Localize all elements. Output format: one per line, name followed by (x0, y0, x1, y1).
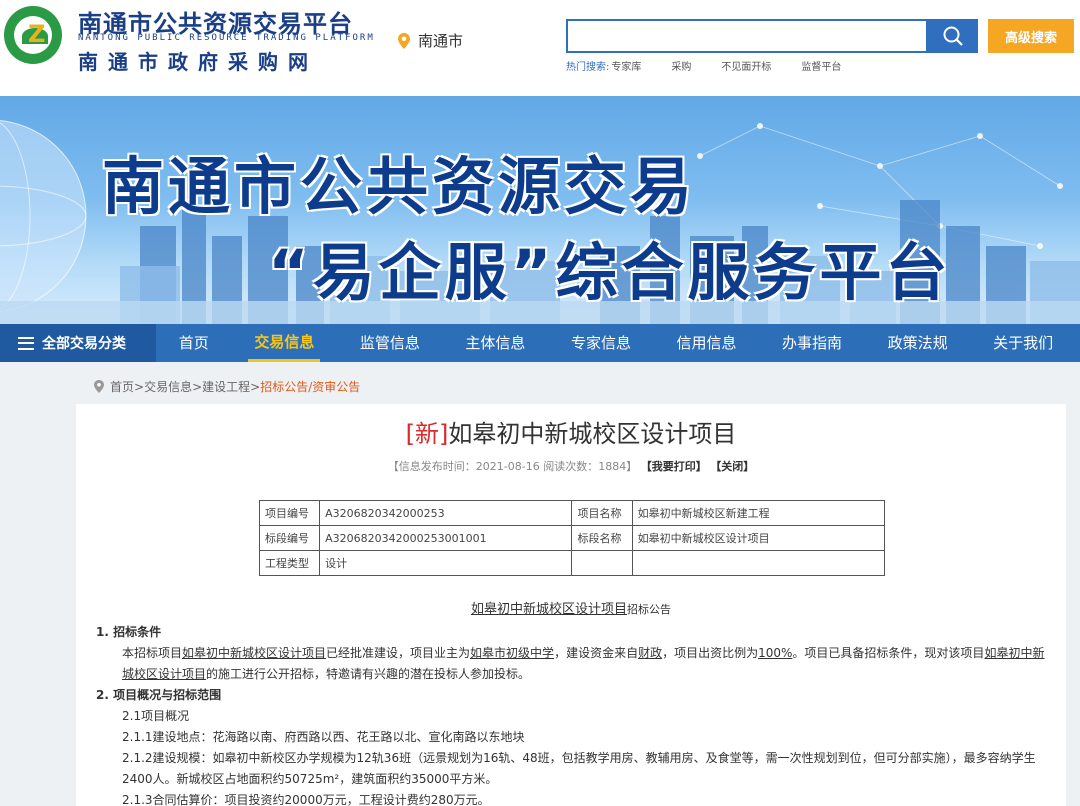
hot-search-link[interactable]: 不见面开标 (721, 58, 771, 73)
search-icon (943, 26, 963, 46)
table-row: 工程类型 设计 (258, 550, 886, 576)
owner-underlined: 如皋市初级中学 (470, 646, 555, 660)
text-run: ，建设资金来自 (554, 646, 639, 660)
main-nav: 全部交易分类 首页 交易信息 监管信息 主体信息 专家信息 信用信息 办事指南 … (0, 324, 1080, 362)
nav-item-policies[interactable]: 政策法规 (882, 324, 954, 362)
section-heading: 1. 招标条件 (96, 625, 162, 639)
table-cell-value: 如皋初中新城校区设计项目 (631, 525, 886, 551)
section-paragraph: 2.1.1建设地点：花海路以南、府西路以西、花王路以北、宣化南路以东地块 (122, 730, 525, 744)
table-cell-label: 标段编号 (258, 525, 321, 551)
table-cell-label: 工程类型 (258, 550, 321, 576)
ratio-underlined: 100% (758, 646, 793, 660)
table-row: 项目编号 A3206820342000253 项目名称 如皋初中新城校区新建工程 (258, 500, 886, 526)
hero-banner: 南通市公共资源交易 “易企服”综合服务平台 (0, 96, 1080, 324)
nav-item-supervision-info[interactable]: 监管信息 (354, 324, 426, 362)
table-cell-value: 设计 (319, 550, 573, 576)
article-meta: 【信息发布时间：2021-08-16 阅读次数：1884】 【我要打印】 【关闭… (76, 458, 1066, 474)
article-panel: [新]如皋初中新城校区设计项目 【信息发布时间：2021-08-16 阅读次数：… (76, 404, 1066, 806)
breadcrumb-link-construction[interactable]: 建设工程 (202, 378, 250, 395)
text-run: 。项目已具备招标条件，现对该项目 (792, 646, 985, 660)
notice-title-suffix: 招标公告 (627, 603, 671, 616)
project-info-table: 项目编号 A3206820342000253 项目名称 如皋初中新城校区新建工程… (258, 500, 886, 576)
search-button[interactable] (928, 19, 978, 53)
site-title-english: NANTONG PUBLIC RESOURCE TRADING PLATFORM (78, 33, 375, 43)
notice-body: 1. 招标条件 本招标项目如皋初中新城校区设计项目已经批准建设，项目业主为如皋市… (96, 622, 1046, 806)
nav-item-about-us[interactable]: 关于我们 (987, 324, 1059, 362)
table-cell-label: 标段名称 (571, 525, 633, 551)
close-button[interactable]: 【关闭】 (710, 460, 754, 473)
advanced-search-button[interactable]: 高级搜索 (988, 19, 1074, 53)
new-badge: [新] (405, 420, 449, 448)
search-input[interactable] (566, 19, 928, 53)
text-run: ，项目出资比例为 (662, 646, 759, 660)
table-cell-label (571, 550, 633, 576)
map-pin-icon (94, 380, 104, 393)
article-title: [新]如皋初中新城校区设计项目 (76, 414, 1066, 449)
breadcrumb-separator: > (250, 379, 261, 394)
all-categories-menu[interactable]: 全部交易分类 (0, 324, 156, 362)
table-cell-value: 如皋初中新城校区新建工程 (631, 500, 886, 526)
table-row: 标段编号 A3206820342000253001001 标段名称 如皋初中新城… (258, 525, 886, 551)
nav-item-credit-info[interactable]: 信用信息 (671, 324, 743, 362)
hot-search-label: 热门搜索: (566, 62, 610, 73)
location-city: 南通市 (418, 32, 464, 50)
nav-item-expert-info[interactable]: 专家信息 (565, 324, 637, 362)
map-pin-icon (398, 32, 410, 49)
nav-item-service-guide[interactable]: 办事指南 (776, 324, 848, 362)
notice-title-link[interactable]: 如皋初中新城校区设计项目 (471, 602, 627, 617)
notice-title: 如皋初中新城校区设计项目招标公告 (76, 598, 1066, 617)
nav-item-trading-info[interactable]: 交易信息 (248, 324, 321, 362)
table-cell-value: A3206820342000253001001 (319, 525, 573, 551)
breadcrumb-separator: > (134, 379, 145, 394)
location-selector[interactable]: 南通市 (398, 30, 463, 51)
all-categories-label: 全部交易分类 (42, 336, 126, 352)
hot-search-link[interactable]: 采购 (671, 58, 691, 73)
breadcrumb-link-trading-info[interactable]: 交易信息 (144, 378, 192, 395)
site-subtitle: 南通市政府采购网 (78, 50, 318, 74)
banner-subheadline: “易企服”综合服务平台 (268, 236, 952, 309)
table-cell-value: A3206820342000253 (319, 500, 573, 526)
text-run: 本招标项目 (122, 646, 183, 660)
section-heading: 2. 项目概况与招标范围 (96, 688, 222, 702)
breadcrumb-link-home[interactable]: 首页 (110, 378, 134, 395)
breadcrumb: 首页 > 交易信息 > 建设工程 > 招标公告/资审公告 (94, 378, 360, 395)
site-header: Z 南通市公共资源交易平台 NANTONG PUBLIC RESOURCE TR… (0, 0, 1080, 96)
table-cell-label: 项目编号 (258, 500, 321, 526)
hot-search-link[interactable]: 监督平台 (801, 58, 841, 73)
text-run: 的施工进行公开招标，特邀请有兴趣的潜在投标人参加投标。 (206, 667, 531, 681)
section-paragraph: 2.1.2建设规模：如皋初中新校区办学规模为12轨36班（远景规划为16轨、48… (122, 751, 1036, 786)
section-paragraph: 2.1.3合同估算价：项目投资约20000万元，工程设计费约280万元。 (122, 793, 490, 806)
section-paragraph: 本招标项目如皋初中新城校区设计项目已经批准建设，项目业主为如皋市初级中学，建设资… (96, 643, 1046, 685)
logo-icon[interactable]: Z (4, 6, 62, 64)
section-paragraph: 2.1项目概况 (122, 709, 190, 723)
fund-underlined: 财政 (638, 646, 663, 660)
nav-item-home[interactable]: 首页 (173, 324, 215, 362)
print-button[interactable]: 【我要打印】 (641, 460, 707, 473)
hot-search-list: 热门搜索: 专家库 采购 不见面开标 监督平台 (566, 58, 871, 73)
nav-item-entity-info[interactable]: 主体信息 (459, 324, 531, 362)
table-cell-label: 项目名称 (571, 500, 633, 526)
article-title-text: 如皋初中新城校区设计项目 (448, 420, 737, 448)
text-run: 已经批准建设，项目业主为 (326, 646, 471, 660)
hot-search-link[interactable]: 专家库 (611, 58, 641, 73)
breadcrumb-separator: > (192, 379, 203, 394)
menu-icon (18, 336, 34, 350)
banner-headline: 南通市公共资源交易 (102, 150, 697, 223)
publish-info: 【信息发布时间：2021-08-16 阅读次数：1884】 (387, 460, 638, 473)
table-cell-value (631, 550, 886, 576)
breadcrumb-current[interactable]: 招标公告/资审公告 (260, 378, 360, 395)
project-name-underlined: 如皋初中新城校区设计项目 (182, 646, 327, 660)
